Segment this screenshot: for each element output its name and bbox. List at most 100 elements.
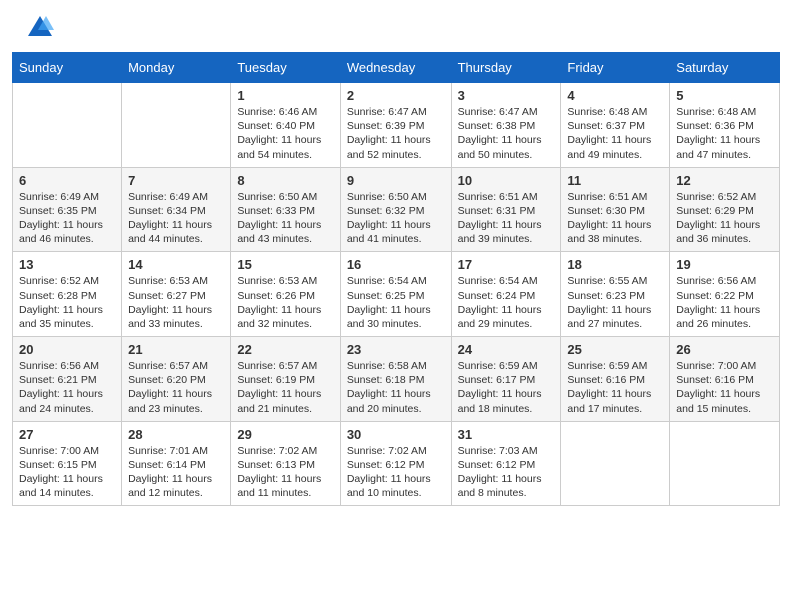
day-number: 24 [458, 342, 555, 357]
day-number: 3 [458, 88, 555, 103]
weekday-header-tuesday: Tuesday [231, 53, 340, 83]
weekday-header-thursday: Thursday [451, 53, 561, 83]
day-info: Sunrise: 6:51 AMSunset: 6:30 PMDaylight:… [567, 190, 663, 247]
calendar-cell: 24 Sunrise: 6:59 AMSunset: 6:17 PMDayligh… [451, 337, 561, 422]
day-number: 25 [567, 342, 663, 357]
day-info: Sunrise: 6:50 AMSunset: 6:33 PMDaylight:… [237, 190, 333, 247]
day-number: 11 [567, 173, 663, 188]
calendar-cell: 31 Sunrise: 7:03 AMSunset: 6:12 PMDayligh… [451, 421, 561, 506]
day-number: 22 [237, 342, 333, 357]
calendar-cell [13, 83, 122, 168]
day-number: 28 [128, 427, 224, 442]
day-info: Sunrise: 6:49 AMSunset: 6:34 PMDaylight:… [128, 190, 224, 247]
day-number: 17 [458, 257, 555, 272]
day-number: 16 [347, 257, 445, 272]
day-number: 9 [347, 173, 445, 188]
calendar-cell: 14 Sunrise: 6:53 AMSunset: 6:27 PMDayligh… [122, 252, 231, 337]
day-number: 26 [676, 342, 773, 357]
calendar-cell: 1 Sunrise: 6:46 AMSunset: 6:40 PMDaylight… [231, 83, 340, 168]
logo [24, 18, 54, 42]
calendar-cell: 29 Sunrise: 7:02 AMSunset: 6:13 PMDayligh… [231, 421, 340, 506]
weekday-header-sunday: Sunday [13, 53, 122, 83]
weekday-header-wednesday: Wednesday [340, 53, 451, 83]
calendar-cell: 8 Sunrise: 6:50 AMSunset: 6:33 PMDaylight… [231, 167, 340, 252]
day-info: Sunrise: 6:48 AMSunset: 6:36 PMDaylight:… [676, 105, 773, 162]
day-number: 1 [237, 88, 333, 103]
day-number: 15 [237, 257, 333, 272]
calendar-cell: 13 Sunrise: 6:52 AMSunset: 6:28 PMDayligh… [13, 252, 122, 337]
day-info: Sunrise: 6:53 AMSunset: 6:27 PMDaylight:… [128, 274, 224, 331]
calendar-cell: 23 Sunrise: 6:58 AMSunset: 6:18 PMDayligh… [340, 337, 451, 422]
day-info: Sunrise: 6:50 AMSunset: 6:32 PMDaylight:… [347, 190, 445, 247]
day-info: Sunrise: 6:47 AMSunset: 6:38 PMDaylight:… [458, 105, 555, 162]
day-info: Sunrise: 6:57 AMSunset: 6:20 PMDaylight:… [128, 359, 224, 416]
day-number: 21 [128, 342, 224, 357]
day-number: 2 [347, 88, 445, 103]
day-number: 8 [237, 173, 333, 188]
day-info: Sunrise: 6:59 AMSunset: 6:17 PMDaylight:… [458, 359, 555, 416]
day-number: 10 [458, 173, 555, 188]
calendar-cell [122, 83, 231, 168]
day-info: Sunrise: 7:02 AMSunset: 6:12 PMDaylight:… [347, 444, 445, 501]
day-info: Sunrise: 7:00 AMSunset: 6:16 PMDaylight:… [676, 359, 773, 416]
calendar-cell: 12Sunrise: 6:52 AMSunset: 6:29 PMDayligh… [670, 167, 780, 252]
day-number: 13 [19, 257, 115, 272]
calendar-wrapper: SundayMondayTuesdayWednesdayThursdayFrid… [0, 52, 792, 518]
day-number: 19 [676, 257, 773, 272]
day-info: Sunrise: 6:54 AMSunset: 6:24 PMDaylight:… [458, 274, 555, 331]
calendar-cell: 30 Sunrise: 7:02 AMSunset: 6:12 PMDayligh… [340, 421, 451, 506]
calendar-cell: 2Sunrise: 6:47 AMSunset: 6:39 PMDaylight… [340, 83, 451, 168]
calendar-cell: 21 Sunrise: 6:57 AMSunset: 6:20 PMDayligh… [122, 337, 231, 422]
calendar-cell: 11 Sunrise: 6:51 AMSunset: 6:30 PMDayligh… [561, 167, 670, 252]
day-info: Sunrise: 6:48 AMSunset: 6:37 PMDaylight:… [567, 105, 663, 162]
day-number: 31 [458, 427, 555, 442]
day-number: 4 [567, 88, 663, 103]
calendar-cell: 15 Sunrise: 6:53 AMSunset: 6:26 PMDayligh… [231, 252, 340, 337]
day-number: 30 [347, 427, 445, 442]
calendar-cell: 25 Sunrise: 6:59 AMSunset: 6:16 PMDayligh… [561, 337, 670, 422]
day-info: Sunrise: 6:56 AMSunset: 6:21 PMDaylight:… [19, 359, 115, 416]
day-number: 27 [19, 427, 115, 442]
calendar-cell [670, 421, 780, 506]
day-info: Sunrise: 7:00 AMSunset: 6:15 PMDaylight:… [19, 444, 115, 501]
calendar-cell [561, 421, 670, 506]
page-header [0, 0, 792, 52]
calendar-cell: 22Sunrise: 6:57 AMSunset: 6:19 PMDayligh… [231, 337, 340, 422]
weekday-header-monday: Monday [122, 53, 231, 83]
day-info: Sunrise: 7:03 AMSunset: 6:12 PMDaylight:… [458, 444, 555, 501]
calendar-cell: 27 Sunrise: 7:00 AMSunset: 6:15 PMDayligh… [13, 421, 122, 506]
logo-icon [26, 14, 54, 42]
day-info: Sunrise: 6:51 AMSunset: 6:31 PMDaylight:… [458, 190, 555, 247]
day-number: 20 [19, 342, 115, 357]
calendar-cell: 26 Sunrise: 7:00 AMSunset: 6:16 PMDayligh… [670, 337, 780, 422]
day-info: Sunrise: 6:54 AMSunset: 6:25 PMDaylight:… [347, 274, 445, 331]
day-number: 5 [676, 88, 773, 103]
calendar-cell: 6 Sunrise: 6:49 AMSunset: 6:35 PMDaylight… [13, 167, 122, 252]
day-info: Sunrise: 6:53 AMSunset: 6:26 PMDaylight:… [237, 274, 333, 331]
calendar-cell: 5 Sunrise: 6:48 AMSunset: 6:36 PMDaylight… [670, 83, 780, 168]
calendar-cell: 4 Sunrise: 6:48 AMSunset: 6:37 PMDaylight… [561, 83, 670, 168]
calendar-cell: 7Sunrise: 6:49 AMSunset: 6:34 PMDaylight… [122, 167, 231, 252]
day-number: 14 [128, 257, 224, 272]
weekday-header-friday: Friday [561, 53, 670, 83]
day-number: 23 [347, 342, 445, 357]
calendar-cell: 19 Sunrise: 6:56 AMSunset: 6:22 PMDayligh… [670, 252, 780, 337]
day-info: Sunrise: 6:52 AMSunset: 6:28 PMDaylight:… [19, 274, 115, 331]
calendar-cell: 28 Sunrise: 7:01 AMSunset: 6:14 PMDayligh… [122, 421, 231, 506]
calendar-cell: 16 Sunrise: 6:54 AMSunset: 6:25 PMDayligh… [340, 252, 451, 337]
day-info: Sunrise: 6:58 AMSunset: 6:18 PMDaylight:… [347, 359, 445, 416]
day-info: Sunrise: 6:56 AMSunset: 6:22 PMDaylight:… [676, 274, 773, 331]
day-info: Sunrise: 7:02 AMSunset: 6:13 PMDaylight:… [237, 444, 333, 501]
calendar-cell: 9 Sunrise: 6:50 AMSunset: 6:32 PMDaylight… [340, 167, 451, 252]
calendar-cell: 18 Sunrise: 6:55 AMSunset: 6:23 PMDayligh… [561, 252, 670, 337]
calendar-cell: 17 Sunrise: 6:54 AMSunset: 6:24 PMDayligh… [451, 252, 561, 337]
day-info: Sunrise: 6:55 AMSunset: 6:23 PMDaylight:… [567, 274, 663, 331]
day-number: 12 [676, 173, 773, 188]
day-info: Sunrise: 6:46 AMSunset: 6:40 PMDaylight:… [237, 105, 333, 162]
day-info: Sunrise: 6:49 AMSunset: 6:35 PMDaylight:… [19, 190, 115, 247]
day-number: 18 [567, 257, 663, 272]
day-number: 29 [237, 427, 333, 442]
day-info: Sunrise: 7:01 AMSunset: 6:14 PMDaylight:… [128, 444, 224, 501]
day-info: Sunrise: 6:59 AMSunset: 6:16 PMDaylight:… [567, 359, 663, 416]
day-number: 6 [19, 173, 115, 188]
